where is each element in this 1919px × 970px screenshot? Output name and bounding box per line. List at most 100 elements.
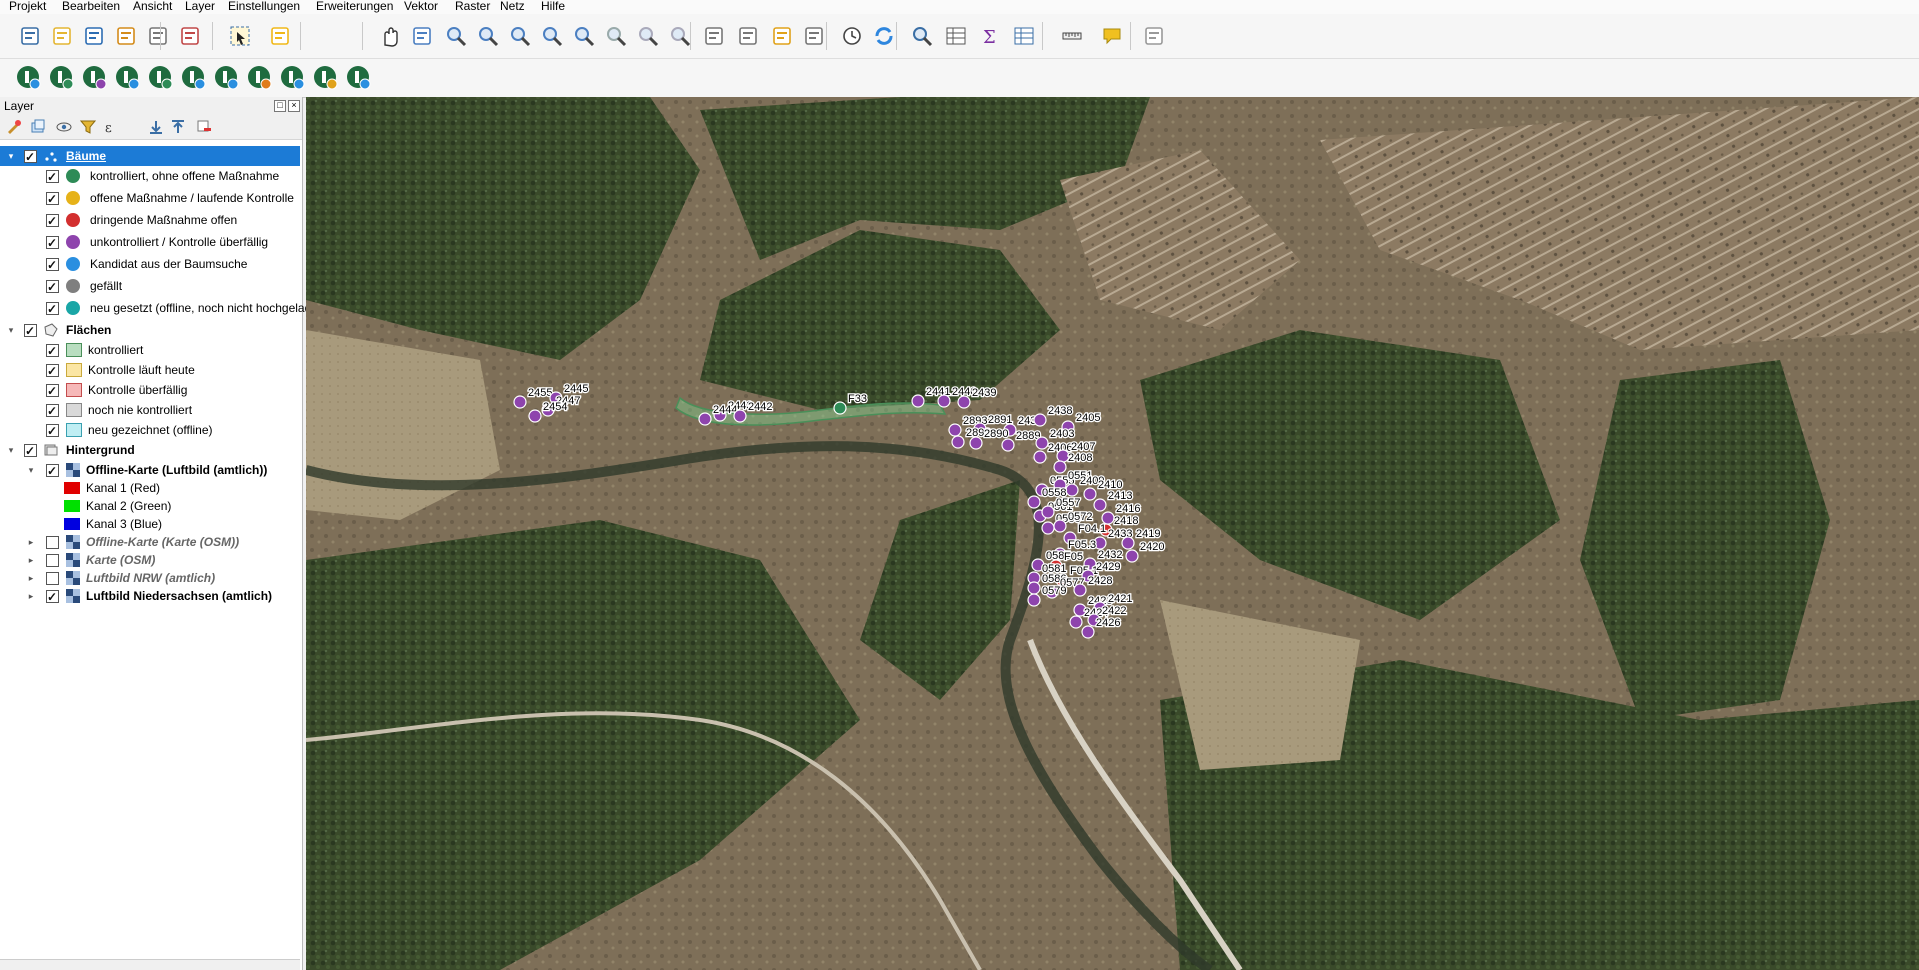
- zoom-full-icon[interactable]: [508, 24, 532, 48]
- tree-tool-4-icon[interactable]: [115, 65, 141, 91]
- collapse-toggle-icon[interactable]: ▾: [6, 146, 16, 166]
- layer-visibility-checkbox[interactable]: [46, 461, 59, 481]
- pan-icon[interactable]: [378, 24, 402, 48]
- tree-point[interactable]: [1001, 438, 1015, 452]
- tree-point[interactable]: [1041, 521, 1055, 535]
- legend-item-checkbox[interactable]: [46, 255, 59, 275]
- tree-point[interactable]: [1027, 593, 1041, 607]
- style-panel-icon[interactable]: [6, 119, 22, 135]
- tree-point[interactable]: [1053, 519, 1067, 533]
- zoom-in-icon[interactable]: [444, 24, 468, 48]
- save-as-icon[interactable]: [114, 24, 138, 48]
- statistics-icon[interactable]: Σ: [978, 24, 1002, 48]
- menu-hilfe[interactable]: Hilfe: [541, 0, 565, 13]
- tree-point[interactable]: [833, 401, 847, 415]
- identify-icon[interactable]: [910, 24, 934, 48]
- zoom-to-selection-icon[interactable]: [540, 24, 564, 48]
- spatial-bookmark-icon[interactable]: [770, 24, 794, 48]
- legend-item-checkbox[interactable]: [46, 421, 59, 441]
- legend-item[interactable]: neu gesetzt (offline, noch nicht hochgel…: [0, 298, 329, 319]
- temporal-controller-icon[interactable]: [840, 24, 864, 48]
- print-layout-icon[interactable]: [146, 24, 170, 48]
- legend-item[interactable]: Kandidat aus der Baumsuche: [0, 254, 300, 275]
- legend-item-checkbox[interactable]: [46, 361, 59, 381]
- layer-visibility-checkbox[interactable]: [24, 441, 37, 461]
- collapse-toggle-icon[interactable]: ▾: [6, 440, 16, 460]
- legend-item-checkbox[interactable]: [46, 401, 59, 421]
- legend-item[interactable]: kontrolliert, ohne offene Maßnahme: [0, 166, 300, 187]
- menu-einstellungen[interactable]: Einstellungen: [228, 0, 300, 13]
- attribute-table-icon[interactable]: [944, 24, 968, 48]
- raster-layer[interactable]: ▸ Luftbild NRW (amtlich): [0, 568, 300, 588]
- collapse-all-icon[interactable]: [170, 119, 186, 135]
- expand-toggle-icon[interactable]: ▸: [26, 550, 36, 570]
- tree-point[interactable]: [1069, 615, 1083, 629]
- expand-all-icon[interactable]: [148, 119, 164, 135]
- legend-item-checkbox[interactable]: [46, 277, 59, 297]
- tree-tool-7-icon[interactable]: [214, 65, 240, 91]
- tree-point[interactable]: [951, 435, 965, 449]
- float-panel-icon[interactable]: □: [274, 100, 286, 112]
- close-panel-icon[interactable]: ×: [288, 100, 300, 112]
- filter-expression-icon[interactable]: ε: [104, 119, 120, 135]
- layer-visibility-checkbox[interactable]: [46, 554, 59, 567]
- legend-item[interactable]: Kontrolle läuft heute: [0, 360, 300, 381]
- new-3d-view-icon[interactable]: [736, 24, 760, 48]
- manage-visibility-icon[interactable]: [56, 119, 72, 135]
- menu-netz[interactable]: Netz: [500, 0, 525, 13]
- zoom-to-layer-icon[interactable]: [572, 24, 596, 48]
- locator-icon[interactable]: [1142, 24, 1166, 48]
- legend-item[interactable]: dringende Maßnahme offen: [0, 210, 300, 231]
- zoom-out-icon[interactable]: [476, 24, 500, 48]
- tree-point[interactable]: [1093, 498, 1107, 512]
- tree-point[interactable]: [1083, 487, 1097, 501]
- map-tips-icon[interactable]: [1100, 24, 1124, 48]
- layer-visibility-checkbox[interactable]: [24, 147, 37, 167]
- legend-item[interactable]: noch nie kontrolliert: [0, 400, 300, 421]
- tree-point[interactable]: [969, 436, 983, 450]
- tree-point[interactable]: [1033, 450, 1047, 464]
- tree-point[interactable]: [528, 409, 542, 423]
- expand-toggle-icon[interactable]: ▸: [26, 532, 36, 552]
- tree-point[interactable]: [1035, 436, 1049, 450]
- tree-point[interactable]: [1081, 625, 1095, 639]
- layer-visibility-checkbox[interactable]: [46, 572, 59, 585]
- open-project-icon[interactable]: [50, 24, 74, 48]
- layer-group-bäume[interactable]: ▾ Bäume: [0, 146, 300, 167]
- tree-point[interactable]: [1073, 583, 1087, 597]
- tree-point[interactable]: [698, 412, 712, 426]
- legend-item-checkbox[interactable]: [46, 189, 59, 209]
- tree-tool-2-icon[interactable]: [49, 65, 75, 91]
- legend-item-checkbox[interactable]: [46, 233, 59, 253]
- tree-point[interactable]: [1125, 549, 1139, 563]
- measure-icon[interactable]: [1060, 24, 1084, 48]
- layer-group-flächen[interactable]: ▾ Flächen: [0, 320, 300, 341]
- collapse-toggle-icon[interactable]: ▾: [26, 460, 36, 480]
- tree-point[interactable]: [1053, 460, 1067, 474]
- tree-point[interactable]: [1027, 495, 1041, 509]
- layer-group-hintergrund[interactable]: ▾ Hintergrund: [0, 440, 300, 461]
- menu-layer[interactable]: Layer: [185, 0, 215, 13]
- legend-item[interactable]: unkontrolliert / Kontrolle überfällig: [0, 232, 300, 253]
- tree-tool-1-icon[interactable]: [16, 65, 42, 91]
- legend-item-checkbox[interactable]: [46, 211, 59, 231]
- filter-legend-icon[interactable]: [80, 119, 96, 135]
- save-project-icon[interactable]: [82, 24, 106, 48]
- raster-layer[interactable]: ▸ Karte (OSM): [0, 550, 300, 570]
- zoom-last-icon[interactable]: [636, 24, 660, 48]
- legend-item[interactable]: gefällt: [0, 276, 300, 297]
- menu-bearbeiten[interactable]: Bearbeiten: [62, 0, 120, 13]
- layer-visibility-checkbox[interactable]: [46, 536, 59, 549]
- menu-projekt[interactable]: Projekt: [9, 0, 46, 13]
- tree-point[interactable]: [1027, 581, 1041, 595]
- raster-layer[interactable]: ▸ Offline-Karte (Karte (OSM)): [0, 532, 300, 552]
- legend-item-checkbox[interactable]: [46, 381, 59, 401]
- tree-point[interactable]: [937, 394, 951, 408]
- aerial-map[interactable]: 2455 244524472454 24432444 2442F332441 24402…: [306, 97, 1919, 970]
- tree-point[interactable]: [948, 423, 962, 437]
- tree-point[interactable]: [957, 395, 971, 409]
- menu-raster[interactable]: Raster: [455, 0, 490, 13]
- remove-layer-icon[interactable]: [196, 119, 212, 135]
- tree-tool-11-icon[interactable]: [346, 65, 372, 91]
- menu-erweiterungen[interactable]: Erweiterungen: [316, 0, 393, 13]
